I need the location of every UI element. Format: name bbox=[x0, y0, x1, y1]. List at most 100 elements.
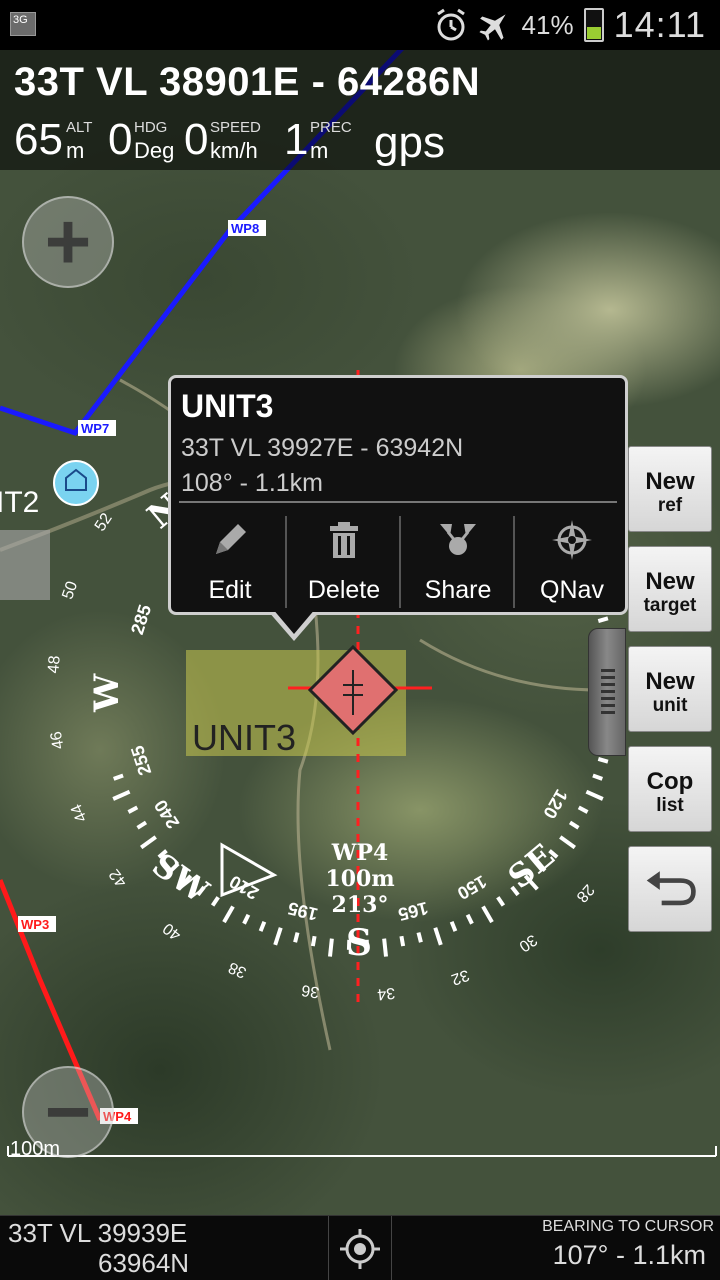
compass-mil-label: 30 bbox=[516, 931, 540, 955]
network-badge: 3G bbox=[10, 12, 36, 36]
screen: WP8 WP7 WP3 WP4 IT2 UNIT3 285 255 240 21… bbox=[0, 0, 720, 1280]
bottom-bar: 33T VL 39939E 63964N BEARING TO CURSOR 1… bbox=[0, 1215, 720, 1280]
unit-marker-it2[interactable] bbox=[53, 460, 99, 506]
compass-mil-label: 48 bbox=[45, 655, 63, 674]
airplane-icon bbox=[478, 14, 506, 41]
compass-tick bbox=[449, 921, 458, 932]
compass-degree-label: 240 bbox=[150, 796, 183, 832]
cursor-coordinate-easting: 33T VL 39939E bbox=[8, 1218, 188, 1248]
svg-text:WP3: WP3 bbox=[21, 917, 49, 932]
current-coordinate: 33T VL 38901E - 64286N bbox=[14, 60, 481, 104]
popup-divider bbox=[179, 501, 617, 503]
compass-tick bbox=[112, 773, 124, 781]
cop-list-button[interactable]: Cop list bbox=[628, 746, 712, 832]
battery-icon bbox=[583, 8, 604, 42]
compass-tick bbox=[597, 616, 609, 624]
compass-mil-label: 28 bbox=[573, 881, 598, 906]
compass-letter-s: S bbox=[346, 922, 372, 964]
compass-mil-label: 32 bbox=[449, 966, 472, 988]
compass-tick bbox=[559, 835, 576, 850]
waypoint-label-wp3[interactable]: WP3 bbox=[18, 916, 56, 932]
compass-degree-label: 150 bbox=[454, 871, 490, 903]
compass-tick bbox=[112, 789, 131, 801]
target-distance: 100m bbox=[325, 866, 394, 892]
target-name: WP4 bbox=[331, 840, 389, 866]
compass-tick bbox=[242, 913, 251, 925]
compass-degree-label: 120 bbox=[539, 786, 571, 822]
scale-label: 100m bbox=[10, 1138, 61, 1160]
new-ref-button[interactable]: New ref bbox=[628, 446, 712, 532]
compass-tick bbox=[127, 805, 139, 814]
qnav-button[interactable]: QNav bbox=[515, 512, 629, 610]
compass-tick bbox=[510, 885, 520, 897]
edit-button[interactable]: Edit bbox=[173, 512, 287, 610]
compass-tick bbox=[433, 927, 443, 946]
grip-icon bbox=[601, 669, 615, 717]
battery-percent: 41% bbox=[521, 9, 574, 40]
compass-tick bbox=[382, 938, 389, 957]
compass-tick bbox=[481, 905, 494, 924]
svg-text:SW: SW bbox=[145, 845, 216, 911]
compass-tick bbox=[577, 805, 589, 814]
precision-readout: 1 PREC m bbox=[284, 115, 352, 164]
waypoint-label-wp7[interactable]: WP7 bbox=[78, 420, 116, 436]
popup-pointer-inner bbox=[272, 608, 316, 634]
svg-text:SE: SE bbox=[501, 836, 562, 896]
crosshair-locate-icon bbox=[340, 1228, 380, 1269]
compass-letter-se: SE bbox=[501, 836, 562, 896]
compass-tick bbox=[496, 896, 506, 907]
trash-icon bbox=[330, 522, 358, 558]
altitude-readout: 65 ALT m bbox=[14, 115, 93, 164]
drawer-handle[interactable] bbox=[588, 628, 626, 756]
new-target-button[interactable]: New target bbox=[628, 546, 712, 632]
compass-tick bbox=[399, 935, 406, 947]
compass-tick bbox=[416, 932, 423, 943]
status-bar: 3G 41% 14:11 bbox=[0, 0, 720, 50]
compass-mil-label: 40 bbox=[160, 919, 185, 943]
compass-mil-label: 34 bbox=[376, 984, 395, 1003]
unit-label-unit3: UNIT3 bbox=[192, 717, 296, 758]
compass-mil-label: 46 bbox=[48, 730, 68, 750]
compass-letter-sw: SW bbox=[145, 845, 216, 911]
undo-icon bbox=[646, 871, 696, 906]
waypoint-label-wp8[interactable]: WP8 bbox=[228, 220, 266, 236]
bearing-to-cursor-value: 107° - 1.1km bbox=[552, 1240, 706, 1270]
cursor-coordinate-northing: 63964N bbox=[98, 1248, 190, 1278]
compass-tick bbox=[568, 820, 580, 830]
target-bearing: 213° bbox=[332, 892, 389, 918]
compass-mil-label: 38 bbox=[226, 958, 249, 981]
compass-mil-label: 36 bbox=[300, 981, 320, 1001]
compass-tick bbox=[310, 935, 317, 947]
popup-bearing: 108° - 1.1km bbox=[181, 469, 324, 497]
compass-tick bbox=[585, 789, 604, 801]
svg-text:WP8: WP8 bbox=[231, 221, 259, 236]
locate-me-button[interactable] bbox=[328, 1216, 392, 1280]
compass-tick bbox=[136, 820, 148, 830]
compass-degree-label: 165 bbox=[396, 898, 430, 925]
popup-title: UNIT3 bbox=[181, 388, 274, 424]
svg-text:WP7: WP7 bbox=[81, 421, 109, 436]
share-button[interactable]: Share bbox=[401, 512, 515, 610]
compass-mil-label: 44 bbox=[68, 801, 91, 824]
undo-button[interactable] bbox=[628, 846, 712, 932]
new-unit-button[interactable]: New unit bbox=[628, 646, 712, 732]
plus-icon: + bbox=[44, 197, 92, 286]
compass-tick bbox=[597, 756, 609, 764]
share-icon bbox=[440, 524, 476, 555]
compass-degree-label: 255 bbox=[127, 743, 155, 778]
compass-tick bbox=[592, 773, 604, 781]
compass-tick bbox=[222, 905, 235, 924]
pencil-icon bbox=[216, 524, 246, 554]
compass-tick bbox=[327, 938, 334, 957]
compass-tick bbox=[293, 932, 300, 943]
clock: 14:11 bbox=[613, 4, 706, 45]
compass-tick bbox=[465, 913, 474, 925]
unit-popup: UNIT3 33T VL 39927E - 63942N 108° - 1.1k… bbox=[168, 375, 628, 615]
zoom-in-button[interactable]: + bbox=[22, 196, 114, 288]
compass-tick bbox=[273, 927, 283, 946]
delete-button[interactable]: Delete bbox=[287, 512, 401, 610]
unit-label-it2: IT2 bbox=[0, 486, 39, 519]
compass-mil-label: 50 bbox=[59, 579, 81, 601]
alarm-clock-icon bbox=[436, 8, 465, 41]
svg-text:W: W bbox=[87, 673, 127, 713]
